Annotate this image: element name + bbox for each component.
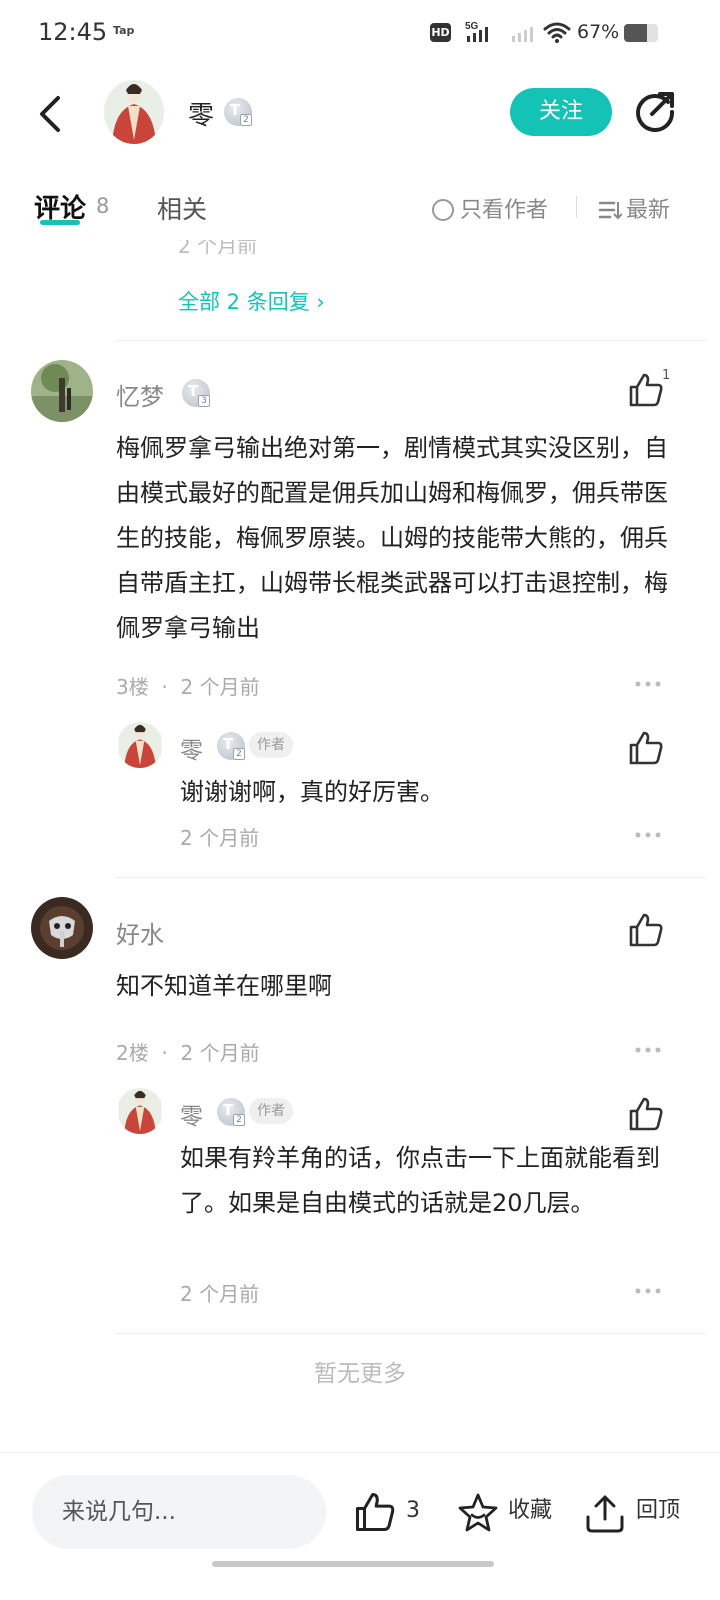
reply-text: 谢谢谢啊，真的好厉害。 <box>180 778 444 806</box>
comments-count: 8 <box>96 194 110 218</box>
no-more-text: 暂无更多 <box>314 1361 406 1387</box>
back-button[interactable] <box>32 92 72 136</box>
filter-divider <box>576 196 577 218</box>
like-icon[interactable] <box>628 730 664 766</box>
favorite-button[interactable]: 收藏 <box>456 1489 556 1533</box>
comment-text: 知不知道羊在哪里啊 <box>116 972 332 1000</box>
scrolled-timestamp: 2 个月前 <box>178 240 258 254</box>
wifi-icon <box>543 22 571 43</box>
star-icon <box>458 1493 498 1532</box>
battery-fill <box>624 24 647 42</box>
replier-name[interactable]: 零 <box>180 731 203 765</box>
reply-time: 2 个月前 <box>180 826 260 850</box>
status-bar: 12:45 Tap HD 5G 67% <box>0 0 720 64</box>
sort-label: 最新 <box>626 198 671 223</box>
level-badge-icon: T3 <box>182 379 210 407</box>
author-name[interactable]: 零 <box>188 95 214 132</box>
more-icon[interactable] <box>635 1288 661 1294</box>
comment-input[interactable] <box>62 1475 312 1549</box>
hd-icon: HD <box>430 23 451 42</box>
reply-time: 2 个月前 <box>180 1282 260 1306</box>
like-count: 1 <box>662 368 671 383</box>
commenter-avatar[interactable] <box>31 360 93 422</box>
comment-input-container[interactable] <box>32 1475 326 1549</box>
status-time: 12:45 <box>38 18 108 46</box>
tab-active-indicator <box>40 220 80 225</box>
back-to-top-button[interactable]: 回顶 <box>584 1489 684 1533</box>
replier-avatar[interactable] <box>117 1088 163 1134</box>
like-icon <box>355 1492 395 1532</box>
follow-button[interactable]: 关注 <box>510 88 612 136</box>
author-tag: 作者 <box>249 1098 293 1124</box>
commenter-name[interactable]: 好水 <box>116 915 164 950</box>
author-tag: 作者 <box>249 732 293 758</box>
like-post-button[interactable]: 3 <box>354 1489 424 1533</box>
divider <box>116 1333 706 1334</box>
comment-tabs: 评论 8 相关 只看作者 最新 <box>0 180 720 236</box>
network-label: 5G <box>465 21 479 32</box>
sort-button[interactable]: 最新 <box>598 192 670 224</box>
level-badge-icon: T2 <box>217 1098 245 1126</box>
author-only-label: 只看作者 <box>460 198 549 223</box>
floor-number: 2楼 <box>116 1041 149 1065</box>
back-to-top-label: 回顶 <box>636 1498 681 1523</box>
comment-meta: 2楼 · 2 个月前 <box>116 1037 260 1066</box>
comment-time: 2 个月前 <box>180 1041 260 1065</box>
replier-name[interactable]: 零 <box>180 1097 203 1131</box>
meta-separator: · <box>161 675 168 699</box>
more-icon[interactable] <box>635 681 661 687</box>
meta-separator: · <box>161 1041 168 1065</box>
tab-related[interactable]: 相关 <box>157 190 207 226</box>
share-icon[interactable] <box>634 90 676 132</box>
post-header: 零 T2 关注 <box>0 70 720 156</box>
more-icon[interactable] <box>635 1047 661 1053</box>
signal-icon: 5G <box>465 21 533 42</box>
like-icon[interactable] <box>628 372 664 408</box>
commenter-avatar[interactable] <box>31 897 93 959</box>
like-count: 3 <box>406 1498 420 1523</box>
level-badge-icon: T2 <box>224 98 252 126</box>
author-avatar[interactable] <box>104 80 164 144</box>
battery-icon <box>624 24 658 42</box>
like-icon[interactable] <box>628 1096 664 1132</box>
radio-circle-icon <box>432 199 454 221</box>
battery-percent: 67% <box>577 21 620 43</box>
home-indicator[interactable] <box>212 1561 494 1567</box>
sort-icon <box>598 201 622 220</box>
favorite-label: 收藏 <box>508 1498 553 1523</box>
tap-notification-icon: Tap <box>113 24 135 37</box>
comment-time: 2 个月前 <box>180 675 260 699</box>
divider <box>116 877 706 878</box>
comment-text: 梅佩罗拿弓输出绝对第一，剧情模式其实没区别，自由模式最好的配置是佣兵加山姆和梅佩… <box>116 434 668 642</box>
more-icon[interactable] <box>635 832 661 838</box>
author-only-filter[interactable]: 只看作者 <box>432 192 548 224</box>
reply-text: 如果有羚羊角的话，你点击一下上面就能看到了。如果是自由模式的话就是20几层。 <box>180 1144 660 1217</box>
comment-meta: 3楼 · 2 个月前 <box>116 671 260 700</box>
upload-arrow-icon <box>586 1495 624 1533</box>
replier-avatar[interactable] <box>117 722 163 768</box>
floor-number: 3楼 <box>116 675 149 699</box>
level-badge-icon: T2 <box>217 732 245 760</box>
like-icon[interactable] <box>628 912 664 948</box>
view-all-replies-link[interactable]: 全部 2 条回复 › <box>178 286 325 316</box>
commenter-name[interactable]: 忆梦 <box>116 377 164 412</box>
divider <box>116 340 706 341</box>
bottom-action-bar: 3 收藏 回顶 <box>0 1452 720 1600</box>
